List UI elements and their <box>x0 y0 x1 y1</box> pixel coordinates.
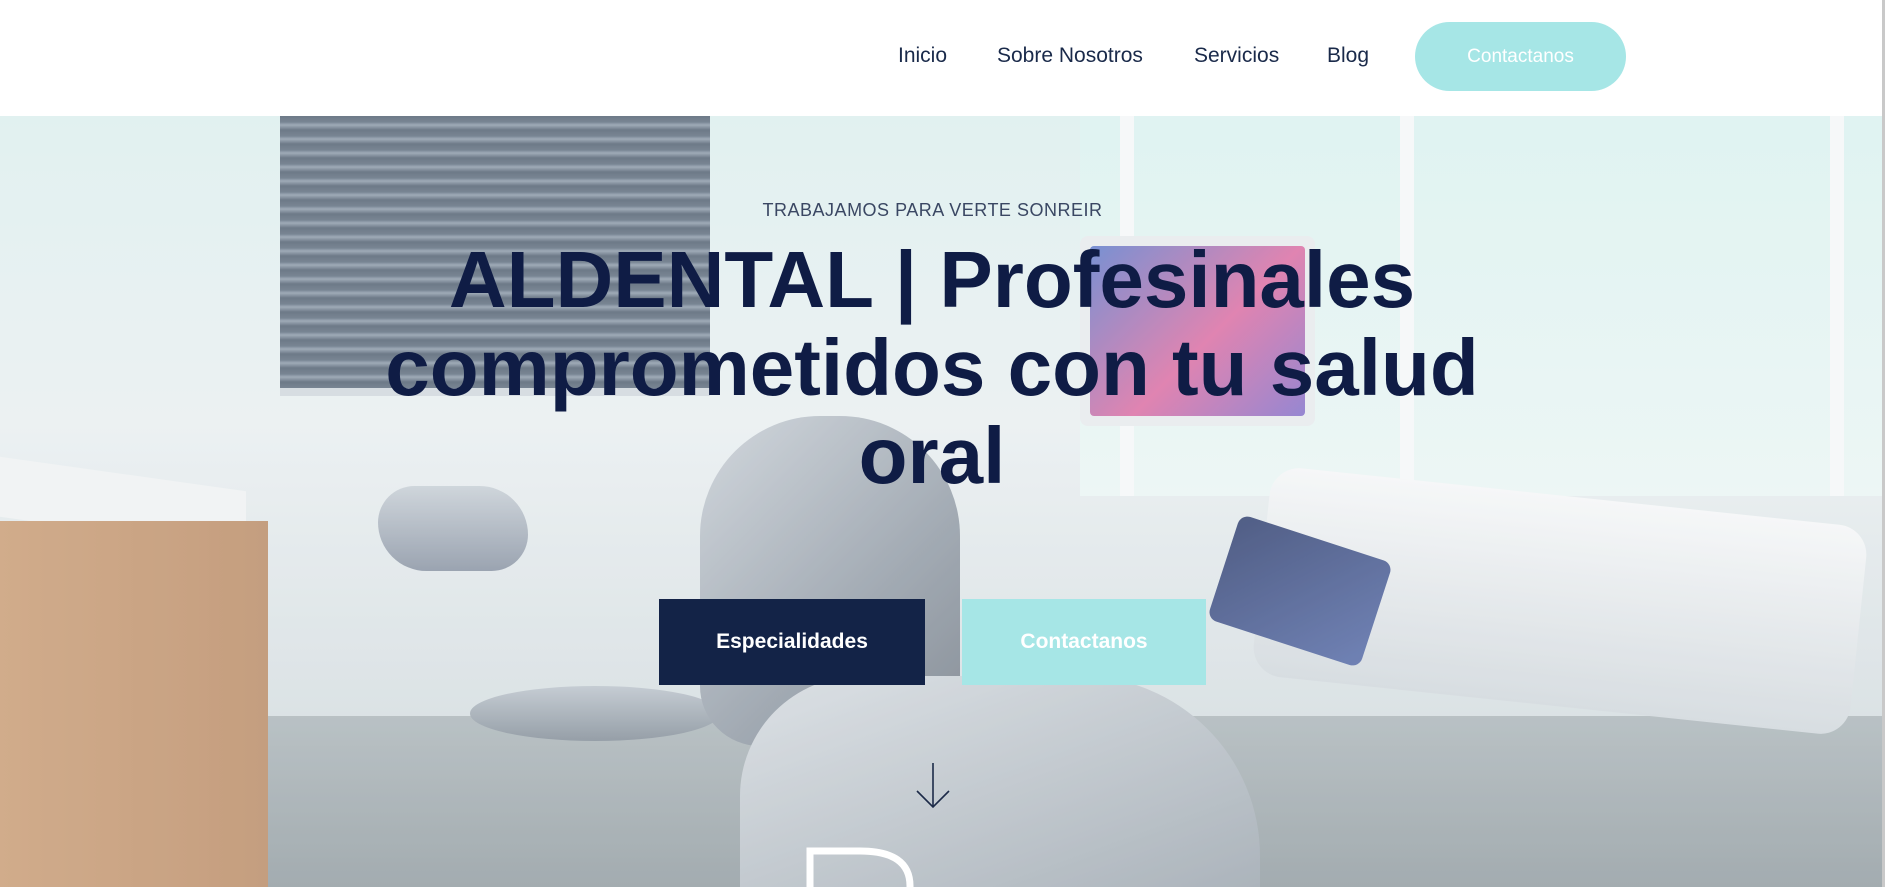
hero-section: TRABAJAMOS PARA VERTE SONREIR ALDENTAL |… <box>0 116 1885 887</box>
especialidades-button[interactable]: Especialidades <box>659 599 925 685</box>
nav-link-blog[interactable]: Blog <box>1327 42 1369 70</box>
nav-link-sobre-nosotros[interactable]: Sobre Nosotros <box>997 42 1143 70</box>
nav-link-inicio[interactable]: Inicio <box>898 42 947 70</box>
arrow-down-icon[interactable] <box>913 761 953 811</box>
site-header: Inicio Sobre Nosotros Servicios Blog Con… <box>0 0 1885 116</box>
hero-eyebrow: TRABAJAMOS PARA VERTE SONREIR <box>762 200 1103 220</box>
contact-button[interactable]: Contactanos <box>962 599 1206 685</box>
hero-headline: ALDENTAL | Profesinales comprometidos co… <box>385 235 1479 500</box>
partial-logo-glyph <box>806 847 914 887</box>
nav-link-servicios[interactable]: Servicios <box>1194 42 1279 70</box>
nav-contact-button[interactable]: Contactanos <box>1415 22 1626 91</box>
